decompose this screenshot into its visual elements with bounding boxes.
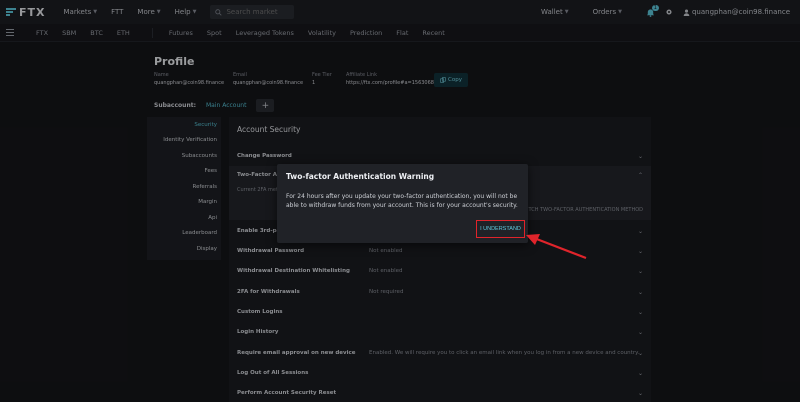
annotation-arrow-icon (526, 234, 587, 260)
